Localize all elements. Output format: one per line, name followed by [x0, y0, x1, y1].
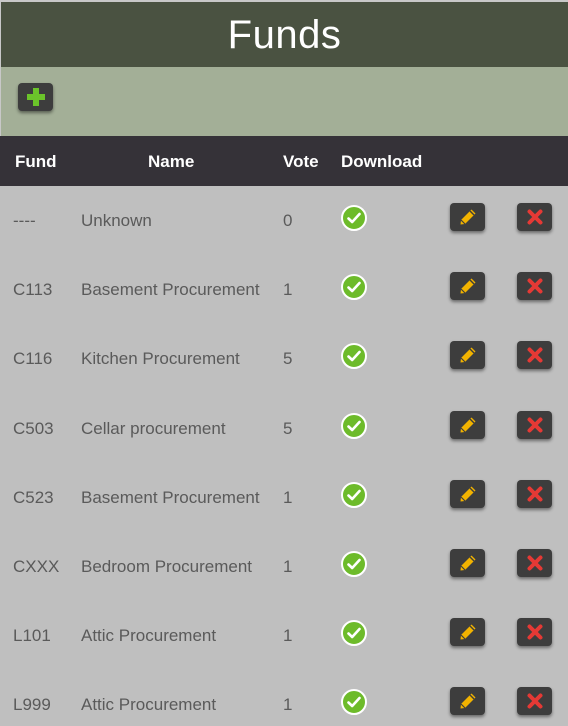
check-circle-icon	[347, 697, 361, 708]
delete-button[interactable]	[517, 549, 552, 577]
check-circle-icon	[347, 489, 361, 501]
check-circle-icon	[347, 420, 361, 431]
fund-vote: 0	[283, 211, 293, 230]
fund-code: CXXX	[13, 557, 60, 576]
fund-name: Basement Procurement	[81, 487, 260, 507]
check-circle-icon	[347, 627, 361, 639]
table-row: ---- Unknown 0	[0, 186, 568, 255]
edit-button[interactable]	[450, 618, 485, 647]
delete-button[interactable]	[517, 479, 552, 508]
add-fund-button[interactable]	[18, 83, 53, 111]
plus-icon	[26, 88, 45, 106]
fund-vote: 1	[283, 280, 293, 300]
header-fund[interactable]: Fund	[15, 152, 57, 172]
delete-button[interactable]	[517, 618, 552, 647]
fund-name: Unknown	[81, 211, 152, 230]
table-header: Fund Name Vote Download	[0, 136, 568, 186]
x-icon	[527, 624, 542, 640]
x-icon	[527, 693, 542, 709]
delete-button[interactable]	[517, 410, 552, 439]
fund-code: C503	[13, 418, 54, 438]
edit-button[interactable]	[450, 687, 485, 716]
fund-vote: 5	[283, 349, 293, 369]
download-button[interactable]	[341, 689, 367, 716]
table-row: C523 Basement Procurement 1	[0, 463, 568, 532]
toolbar	[0, 67, 568, 136]
pencil-icon	[460, 624, 475, 640]
table-row: L999 Attic Procurement 1	[0, 670, 568, 726]
funds-app: Funds Fund Name Vote Download ---- Unknow…	[0, 0, 568, 726]
fund-code: C523	[13, 487, 54, 507]
fund-name: Basement Procurement	[81, 280, 260, 300]
edit-button[interactable]	[450, 410, 485, 439]
title-bar: Funds	[0, 0, 568, 67]
download-button[interactable]	[341, 620, 367, 647]
download-button[interactable]	[341, 412, 367, 439]
download-button[interactable]	[341, 481, 367, 508]
fund-name: Bedroom Procurement	[81, 557, 253, 576]
fund-name: Kitchen Procurement	[81, 349, 240, 369]
header-name[interactable]: Name	[148, 152, 194, 172]
table-row: CXXX Bedroom Procurement 1	[0, 532, 568, 601]
pencil-icon	[460, 417, 475, 433]
pencil-icon	[460, 278, 475, 294]
table-row: L101 Attic Procurement 1	[0, 601, 568, 670]
x-icon	[527, 417, 542, 433]
fund-vote: 1	[283, 695, 293, 715]
delete-button[interactable]	[517, 687, 552, 716]
pencil-icon	[460, 555, 475, 571]
check-circle-icon	[347, 351, 361, 362]
pencil-icon	[460, 347, 475, 363]
fund-vote: 1	[283, 487, 293, 507]
x-icon	[527, 209, 542, 225]
download-button[interactable]	[341, 343, 367, 370]
edit-button[interactable]	[450, 549, 485, 577]
fund-code: C113	[13, 280, 53, 300]
download-button[interactable]	[341, 274, 367, 301]
fund-vote: 5	[283, 418, 293, 438]
edit-button[interactable]	[450, 272, 485, 301]
fund-name: Cellar procurement	[81, 418, 226, 438]
fund-name: Attic Procurement	[81, 695, 217, 715]
fund-code: C116	[13, 349, 53, 369]
download-button[interactable]	[341, 551, 367, 577]
edit-button[interactable]	[450, 341, 485, 370]
table-row: C116 Kitchen Procurement 5	[0, 324, 568, 393]
header-download[interactable]: Download	[341, 152, 422, 172]
fund-code: ----	[13, 211, 36, 230]
fund-name: Attic Procurement	[81, 626, 217, 646]
header-vote[interactable]: Vote	[283, 152, 319, 172]
fund-vote: 1	[283, 626, 293, 646]
delete-button[interactable]	[517, 272, 552, 301]
check-circle-icon	[347, 212, 361, 224]
edit-button[interactable]	[450, 479, 485, 508]
fund-code: L999	[13, 695, 51, 715]
edit-button[interactable]	[450, 203, 485, 231]
delete-button[interactable]	[517, 203, 552, 231]
pencil-icon	[460, 209, 475, 225]
fund-code: L101	[13, 626, 51, 646]
x-icon	[527, 486, 542, 502]
x-icon	[527, 555, 542, 571]
table-row: C503 Cellar procurement 5	[0, 394, 568, 463]
pencil-icon	[460, 486, 475, 502]
check-circle-icon	[347, 558, 361, 570]
check-circle-icon	[347, 281, 361, 293]
x-icon	[527, 278, 542, 294]
page-title: Funds	[227, 13, 342, 57]
download-button[interactable]	[341, 205, 367, 231]
x-icon	[527, 347, 542, 363]
pencil-icon	[460, 693, 475, 709]
delete-button[interactable]	[517, 341, 552, 370]
table-row: C113 Basement Procurement 1	[0, 255, 568, 324]
fund-vote: 1	[283, 557, 293, 576]
